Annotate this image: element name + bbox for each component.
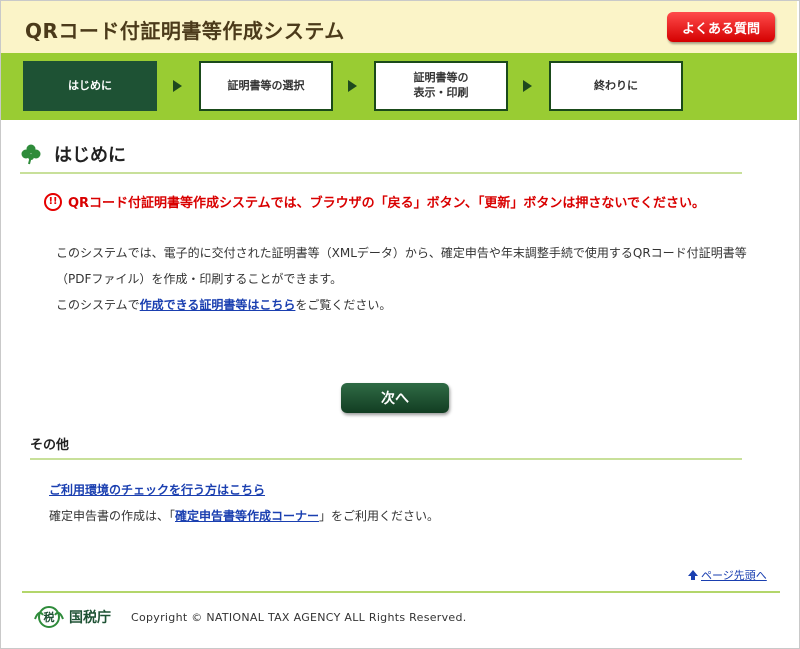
- step-display-print: 証明書等の 表示・印刷: [374, 61, 508, 111]
- step-finish: 終わりに: [549, 61, 683, 111]
- copyright-text: Copyright © NATIONAL TAX AGENCY ALL Righ…: [131, 610, 467, 624]
- page-top-link[interactable]: ページ先頭へ: [688, 567, 767, 583]
- tax-return-line: 確定申告書の作成は、「確定申告書等作成コーナー」をご利用ください。: [49, 509, 440, 523]
- step-introduction: はじめに: [23, 61, 157, 111]
- step-label: 証明書等の 表示・印刷: [413, 71, 469, 99]
- step-label: 証明書等の選択: [227, 78, 305, 92]
- tax-return-corner-link[interactable]: 確定申告書等作成コーナー: [175, 509, 319, 523]
- section-title: はじめに: [54, 145, 126, 166]
- footer-divider: [22, 591, 780, 593]
- creatable-certificates-link[interactable]: 作成できる証明書等はこちら: [140, 298, 296, 312]
- warning-message: !! QRコード付証明書等作成システムでは、ブラウザの「戻る」ボタン、「更新」ボ…: [44, 192, 705, 211]
- step-arrow-icon: [523, 80, 532, 92]
- alert-icon: !!: [44, 192, 62, 211]
- nta-emblem-icon: 税: [34, 606, 64, 628]
- agency-name: 国税庁: [69, 610, 111, 626]
- svg-text:税: 税: [44, 610, 55, 624]
- section-heading: はじめに: [20, 136, 742, 174]
- intro-line-2: （PDFファイル）を作成・印刷することができます。: [56, 272, 343, 286]
- up-arrow-icon: [688, 570, 698, 580]
- step-arrow-icon: [348, 80, 357, 92]
- step-arrow-icon: [173, 80, 182, 92]
- environment-check-link[interactable]: ご利用環境のチェックを行う方はこちら: [49, 483, 265, 497]
- intro-line-3: このシステムで作成できる証明書等はこちらをご覧ください。: [56, 298, 392, 312]
- step-select-certificate: 証明書等の選択: [199, 61, 333, 111]
- app-title: QRコード付証明書等作成システム: [25, 19, 345, 43]
- nta-logo: 税 国税庁: [33, 606, 111, 628]
- env-check-line: ご利用環境のチェックを行う方はこちら: [49, 481, 265, 498]
- intro-line-1: このシステムでは、電子的に交付された証明書等（XMLデータ）から、確定申告や年末…: [56, 246, 747, 260]
- other-heading: その他: [30, 434, 742, 460]
- step-label: はじめに: [68, 78, 112, 92]
- next-button[interactable]: 次へ: [341, 383, 449, 413]
- step-label: 終わりに: [594, 78, 638, 92]
- header: QRコード付証明書等作成システム よくある質問: [1, 1, 797, 53]
- clover-icon: [20, 143, 42, 165]
- footer: 税 国税庁 Copyright © NATIONAL TAX AGENCY AL…: [33, 606, 467, 628]
- step-bar: はじめに 証明書等の選択 証明書等の 表示・印刷 終わりに: [1, 53, 797, 120]
- warning-text: QRコード付証明書等作成システムでは、ブラウザの「戻る」ボタン、「更新」ボタンは…: [68, 196, 706, 211]
- faq-button[interactable]: よくある質問: [667, 12, 775, 42]
